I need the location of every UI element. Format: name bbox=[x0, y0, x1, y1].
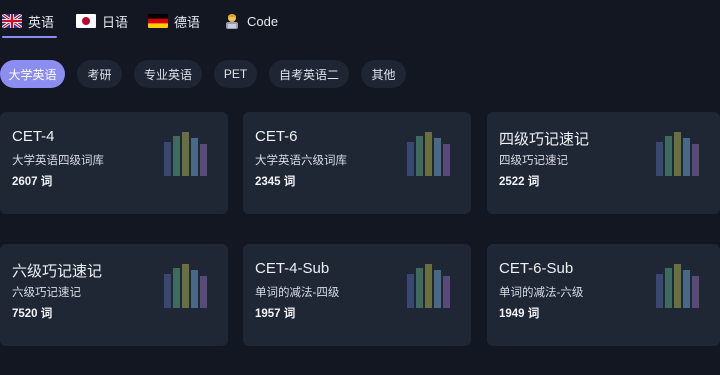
dictionary-card[interactable]: CET-6 大学英语六级词库 2345 词 bbox=[243, 112, 471, 214]
category-filter: 大学英语 考研 专业英语 PET 自考英语二 其他 bbox=[0, 60, 720, 88]
category-pet[interactable]: PET bbox=[214, 60, 257, 88]
category-professional-english[interactable]: 专业英语 bbox=[134, 60, 202, 88]
tab-german[interactable]: 德语 bbox=[148, 8, 200, 34]
tab-code[interactable]: Code bbox=[223, 8, 285, 34]
tab-german-label: 德语 bbox=[174, 14, 201, 30]
card-word-count: 2607 词 bbox=[12, 176, 53, 188]
books-icon bbox=[407, 132, 450, 176]
card-description: 单词的减法-六级 bbox=[499, 287, 584, 299]
category-other[interactable]: 其他 bbox=[361, 60, 406, 88]
card-title: CET-6-Sub bbox=[499, 260, 574, 277]
books-icon bbox=[407, 264, 450, 308]
technologist-icon bbox=[223, 12, 241, 30]
card-description: 六级巧记速记 bbox=[12, 287, 81, 299]
uk-flag-icon bbox=[2, 14, 22, 28]
tab-english-label: 英语 bbox=[28, 14, 55, 30]
card-description: 单词的减法-四级 bbox=[255, 287, 340, 299]
category-postgraduate[interactable]: 考研 bbox=[77, 60, 122, 88]
card-word-count: 2345 词 bbox=[255, 176, 296, 188]
card-description: 四级巧记速记 bbox=[499, 155, 568, 167]
card-title: CET-4 bbox=[12, 128, 55, 145]
dictionary-card[interactable]: 六级巧记速记 六级巧记速记 7520 词 bbox=[0, 244, 228, 346]
category-self-study-english-2[interactable]: 自考英语二 bbox=[269, 60, 349, 88]
card-title: CET-6 bbox=[255, 128, 298, 145]
card-title: 四级巧记速记 bbox=[499, 131, 590, 148]
germany-flag-icon bbox=[148, 14, 168, 28]
dictionary-card[interactable]: CET-4-Sub 单词的减法-四级 1957 词 bbox=[243, 244, 471, 346]
card-title: 六级巧记速记 bbox=[12, 263, 103, 280]
card-title: CET-4-Sub bbox=[255, 260, 330, 277]
language-tabs: 英语 日语 德语 Code bbox=[0, 0, 720, 38]
card-word-count: 1957 词 bbox=[255, 308, 296, 320]
tab-code-label: Code bbox=[247, 13, 279, 29]
books-icon bbox=[164, 264, 207, 308]
tab-japanese[interactable]: 日语 bbox=[76, 8, 128, 34]
category-college-english[interactable]: 大学英语 bbox=[0, 60, 65, 88]
dictionary-card[interactable]: CET-4 大学英语四级词库 2607 词 bbox=[0, 112, 228, 214]
books-icon bbox=[164, 132, 207, 176]
tab-japanese-label: 日语 bbox=[102, 14, 129, 30]
dictionary-card[interactable]: 四级巧记速记 四级巧记速记 2522 词 bbox=[487, 112, 720, 214]
card-word-count: 7520 词 bbox=[12, 308, 53, 320]
books-icon bbox=[656, 132, 699, 176]
books-icon bbox=[656, 264, 699, 308]
japan-flag-icon bbox=[76, 14, 96, 28]
card-word-count: 1949 词 bbox=[499, 308, 540, 320]
dictionary-card[interactable]: CET-6-Sub 单词的减法-六级 1949 词 bbox=[487, 244, 720, 346]
card-description: 大学英语四级词库 bbox=[12, 155, 104, 167]
tab-english[interactable]: 英语 bbox=[2, 8, 57, 38]
card-description: 大学英语六级词库 bbox=[255, 155, 347, 167]
card-word-count: 2522 词 bbox=[499, 176, 540, 188]
